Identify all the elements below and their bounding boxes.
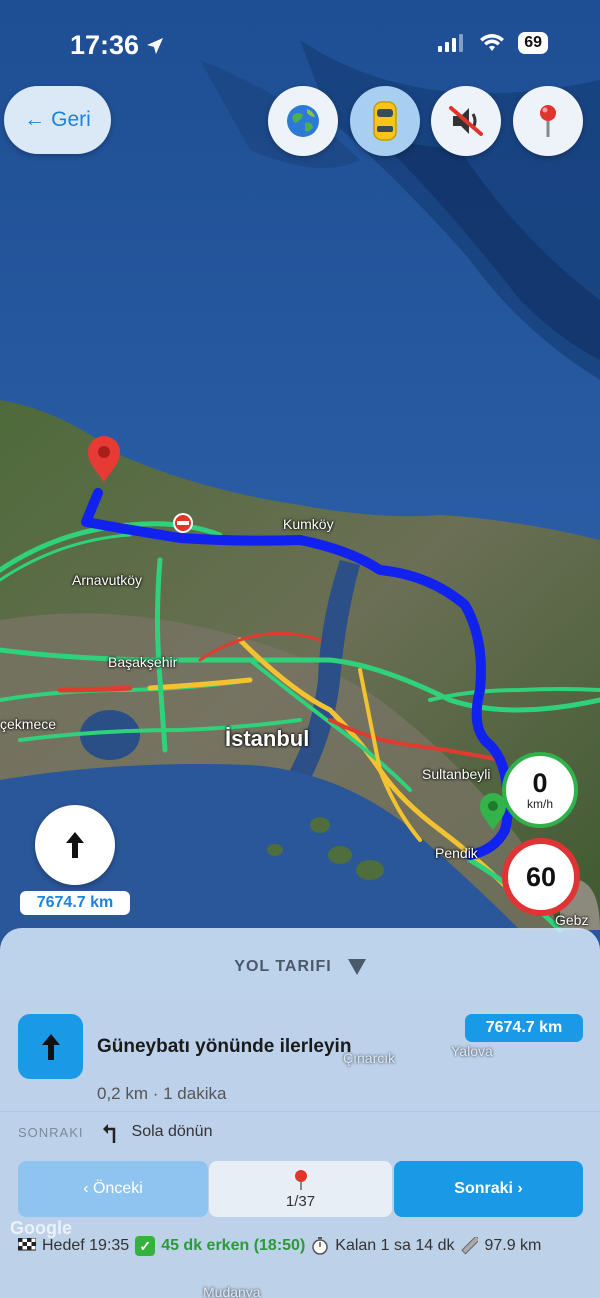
previous-step-button[interactable]: ‹ Önceki xyxy=(18,1161,208,1217)
pin-icon xyxy=(540,105,556,137)
map-label: Kumköy xyxy=(283,516,334,532)
pin-button[interactable] xyxy=(513,86,583,156)
map-label: İstanbul xyxy=(225,726,310,751)
step-page-indicator[interactable]: 1/37 xyxy=(209,1161,392,1217)
speaker-muted-icon xyxy=(449,106,483,136)
triangle-down-icon xyxy=(347,959,366,975)
stopwatch-icon xyxy=(312,1237,329,1255)
map-label: Sultanbeyli xyxy=(422,766,491,782)
map-label: Yalova xyxy=(451,1043,493,1059)
status-bar: 17:36 69 xyxy=(0,0,600,88)
pin-icon xyxy=(294,1169,307,1190)
turn-left-icon xyxy=(102,1124,115,1143)
next-step-button[interactable]: Sonraki › xyxy=(394,1161,583,1217)
step-details: 0,2 km · 1 dakika xyxy=(97,1084,227,1103)
direction-indicator xyxy=(35,805,115,885)
location-arrow-icon xyxy=(147,37,164,54)
globe-button[interactable] xyxy=(268,86,338,156)
car-icon xyxy=(373,101,397,141)
battery-indicator: 69 xyxy=(518,32,548,54)
status-time: 17:36 xyxy=(70,30,165,61)
step-direction-icon xyxy=(18,1014,83,1079)
arrow-up-icon xyxy=(41,1033,60,1060)
current-speed: 0 km/h xyxy=(502,752,578,828)
car-button[interactable] xyxy=(350,86,420,156)
wifi-icon xyxy=(480,34,505,51)
map-label: Pendik xyxy=(435,845,478,861)
map-label: Başakşehir xyxy=(108,654,178,670)
distance-badge: 7674.7 km xyxy=(20,891,130,915)
checkmark-icon: ✓ xyxy=(135,1236,156,1256)
trip-summary: Hedef 19:35 ✓ 45 dk erken (18:50) Kalan … xyxy=(18,1236,541,1256)
checkered-flag-icon xyxy=(18,1238,36,1251)
divider xyxy=(0,1111,600,1112)
arrow-left-icon: ← xyxy=(24,108,46,131)
directions-panel: Çınarcık Yalova Mudanya YOL TARIFI Güney… xyxy=(0,928,600,1298)
globe-icon xyxy=(287,105,319,137)
map-label: çekmece xyxy=(0,716,57,732)
map-label: Mudanya xyxy=(203,1284,261,1298)
signal-icon xyxy=(438,34,464,52)
step-instruction: Güneybatı yönünde ilerleyin xyxy=(97,1036,352,1057)
map-label: Arnavutköy xyxy=(72,572,143,588)
map-label: Gebz xyxy=(555,912,589,928)
ruler-icon xyxy=(461,1237,479,1255)
step-distance-badge: 7674.7 km xyxy=(465,1014,583,1042)
arrow-up-icon xyxy=(66,832,84,858)
panel-header[interactable]: YOL TARIFI xyxy=(0,958,600,976)
mute-button[interactable] xyxy=(431,86,501,156)
back-button[interactable]: ← Geri xyxy=(4,86,111,154)
next-step-row: SONRAKI Sola dönün xyxy=(18,1121,212,1143)
speed-limit-sign: 60 xyxy=(502,838,580,916)
